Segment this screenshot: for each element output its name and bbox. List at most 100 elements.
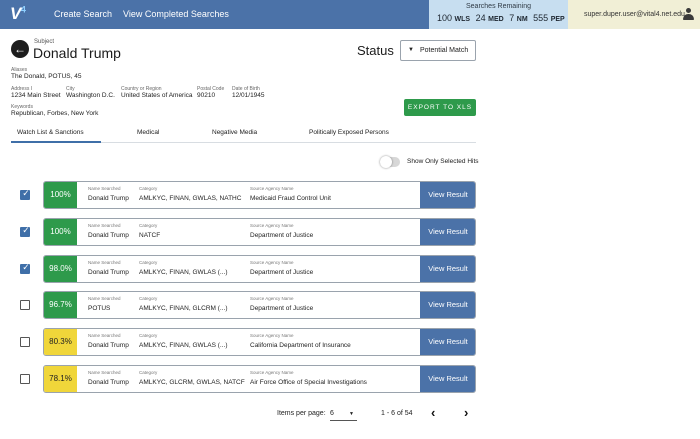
caret-down-icon: ▼ [408, 47, 414, 53]
show-selected-label: Show Only Selected Hits [407, 158, 479, 165]
result-checkbox-6[interactable]: ✓ [20, 374, 30, 384]
quota-nm-code: NM [516, 16, 528, 23]
result-checkbox-4[interactable]: ✓ [20, 300, 30, 310]
name-searched-label: Name Searched [88, 296, 121, 301]
quota-pep-count: 555 [533, 13, 549, 23]
page-range: 1 - 6 of 54 [381, 410, 413, 417]
check-icon: ✓ [22, 225, 30, 235]
app-logo[interactable]: V4 [10, 4, 26, 24]
user-icon[interactable] [683, 8, 694, 20]
source-agency-value: Medicaid Fraud Control Unit [250, 195, 331, 202]
city-value: Washington D.C. [66, 92, 115, 99]
result-card: 80.3% Name Searched Donald Trump Categor… [43, 328, 476, 356]
result-card: 96.7% Name Searched POTUS Category AMLKY… [43, 291, 476, 319]
category-label: Category [139, 370, 158, 375]
source-agency-value: Department of Justice [250, 305, 314, 312]
previous-page-icon[interactable]: ‹ [431, 405, 435, 420]
quota-nm-count: 7 [509, 13, 515, 23]
name-searched-value: Donald Trump [88, 269, 129, 276]
category-label: Category [139, 186, 158, 191]
name-searched-label: Name Searched [88, 333, 121, 338]
check-icon: ✓ [22, 262, 30, 272]
name-searched-value: Donald Trump [88, 195, 129, 202]
status-dropdown[interactable]: ▼ Potential Match [400, 40, 476, 61]
arrow-left-icon: ← [14, 42, 26, 56]
searches-remaining-title: Searches Remaining [466, 3, 531, 10]
result-checkbox-2[interactable]: ✓ [20, 225, 30, 237]
back-button[interactable]: ← [11, 40, 29, 58]
view-result-button[interactable]: View Result [420, 256, 475, 282]
country-value: United States of America [121, 92, 193, 99]
name-searched-label: Name Searched [88, 260, 121, 265]
searches-remaining-panel: Searches Remaining 100 WLS 24 MED 7 NM 5… [429, 0, 568, 29]
category-value: AMLKYC, FINAN, GWLAS (...) [139, 342, 228, 349]
check-icon: ✓ [22, 188, 30, 198]
tab-negative-media[interactable]: Negative Media [212, 129, 257, 136]
postcode-value: 90210 [197, 92, 216, 99]
result-card: 100% Name Searched Donald Trump Category… [43, 181, 476, 209]
result-card: 98.0% Name Searched Donald Trump Categor… [43, 255, 476, 283]
active-tab-indicator [11, 141, 101, 143]
source-agency-label: Source Agency Name [250, 223, 294, 228]
result-checkbox-5[interactable]: ✓ [20, 337, 30, 347]
result-tabs: Watch List & Sanctions Medical Negative … [11, 125, 476, 143]
match-score-badge: 96.7% [44, 292, 77, 318]
tab-medical[interactable]: Medical [137, 129, 159, 136]
view-result-button[interactable]: View Result [420, 182, 475, 208]
category-value: AMLKYC, FINAN, GWLAS (...) [139, 269, 228, 276]
result-card: 100% Name Searched Donald Trump Category… [43, 218, 476, 246]
source-agency-value: California Department of Insurance [250, 342, 351, 349]
nav-view-completed-searches[interactable]: View Completed Searches [123, 9, 229, 19]
view-result-button[interactable]: View Result [420, 329, 475, 355]
export-xls-button[interactable]: EXPORT TO XLS [404, 99, 476, 116]
category-label: Category [139, 296, 158, 301]
aliases-value: The Donald, POTUS, 45 [11, 73, 82, 80]
quota-wls-code: WLS [454, 16, 471, 23]
category-label: Category [139, 260, 158, 265]
category-value: AMLKYC, GLCRM, GWLAS, NATCF [139, 379, 245, 386]
tab-politically-exposed-persons[interactable]: Politically Exposed Persons [309, 129, 389, 136]
items-per-page-label: Items per page: [277, 410, 326, 417]
source-agency-label: Source Agency Name [250, 370, 294, 375]
match-score-badge: 100% [44, 182, 77, 208]
name-searched-value: POTUS [88, 305, 111, 312]
quota-med-code: MED [488, 16, 504, 23]
name-searched-label: Name Searched [88, 186, 121, 191]
category-label: Category [139, 333, 158, 338]
source-agency-value: Department of Justice [250, 232, 314, 239]
match-score-badge: 100% [44, 219, 77, 245]
quota-med-count: 24 [475, 13, 486, 23]
name-searched-value: Donald Trump [88, 232, 129, 239]
name-searched-label: Name Searched [88, 223, 121, 228]
user-panel: super.duper.user@vital4.net.edu [568, 0, 700, 29]
result-checkbox-1[interactable]: ✓ [20, 188, 30, 200]
source-agency-label: Source Agency Name [250, 296, 294, 301]
name-searched-value: Donald Trump [88, 379, 129, 386]
next-page-icon[interactable]: › [464, 405, 468, 420]
items-per-page-select[interactable]: 6 ▼ [330, 406, 357, 421]
show-selected-toggle[interactable] [380, 156, 400, 168]
status-value: Potential Match [420, 47, 469, 54]
result-checkbox-3[interactable]: ✓ [20, 262, 30, 274]
source-agency-label: Source Agency Name [250, 260, 294, 265]
view-result-button[interactable]: View Result [420, 366, 475, 392]
view-result-button[interactable]: View Result [420, 292, 475, 318]
match-score-badge: 80.3% [44, 329, 77, 355]
dob-value: 12/01/1945 [232, 92, 265, 99]
source-agency-value: Air Force Office of Special Investigatio… [250, 379, 367, 386]
source-agency-label: Source Agency Name [250, 186, 294, 191]
name-searched-label: Name Searched [88, 370, 121, 375]
view-result-button[interactable]: View Result [420, 219, 475, 245]
tab-watch-list-sanctions[interactable]: Watch List & Sanctions [17, 129, 84, 136]
items-per-page-value: 6 [330, 410, 334, 417]
result-card: 78.1% Name Searched Donald Trump Categor… [43, 365, 476, 393]
match-score-badge: 98.0% [44, 256, 77, 282]
nav-create-search[interactable]: Create Search [54, 9, 112, 19]
address-value: 1234 Main Street [11, 92, 61, 99]
status-label: Status [357, 43, 394, 58]
match-score-badge: 78.1% [44, 366, 77, 392]
quota-pep-code: PEP [550, 16, 565, 23]
toggle-knob [380, 156, 392, 168]
user-email[interactable]: super.duper.user@vital4.net.edu [584, 11, 685, 18]
keywords-value: Republican, Forbes, New York [11, 110, 99, 117]
